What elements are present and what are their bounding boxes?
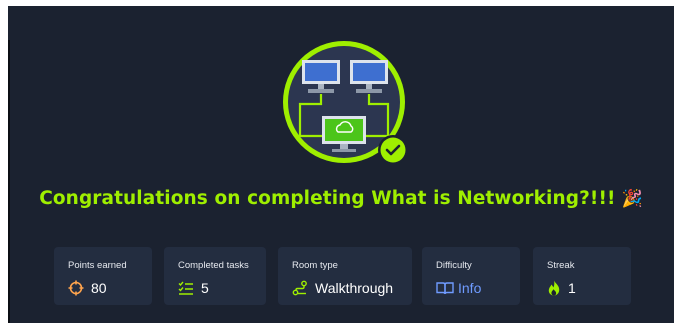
stat-value: 5	[201, 280, 209, 296]
completion-panel: Congratulations on completing What is Ne…	[8, 6, 674, 323]
book-icon	[436, 282, 454, 295]
stat-card-difficulty: Difficulty Info	[422, 247, 520, 305]
stat-card-streak: Streak 1	[533, 247, 631, 305]
check-icon	[380, 137, 406, 163]
stat-card-room-type: Room type Walkthrough	[278, 247, 412, 305]
stat-value: Walkthrough	[315, 280, 394, 296]
route-icon	[292, 280, 307, 296]
networking-badge-icon	[283, 41, 408, 165]
stat-label: Streak	[547, 260, 575, 271]
flame-icon	[548, 280, 560, 296]
stat-card-tasks: Completed tasks 5	[164, 247, 266, 305]
completion-title: Congratulations on completing What is Ne…	[8, 188, 674, 209]
panel-left-border	[8, 40, 10, 323]
stat-value: 1	[568, 280, 576, 296]
stat-label: Points earned	[68, 260, 127, 271]
completion-title-text: Congratulations on completing What is Ne…	[39, 188, 616, 209]
stat-value: Info	[458, 280, 482, 296]
stat-value: 80	[91, 280, 107, 296]
task-list-icon	[178, 281, 193, 295]
stat-label: Difficulty	[436, 260, 472, 271]
stat-card-points: Points earned 80	[54, 247, 152, 305]
crosshair-icon	[68, 280, 84, 296]
party-popper-icon: 🎉	[621, 189, 643, 209]
stat-label: Room type	[292, 260, 338, 271]
room-badge	[280, 40, 420, 172]
stat-label: Completed tasks	[178, 260, 249, 271]
